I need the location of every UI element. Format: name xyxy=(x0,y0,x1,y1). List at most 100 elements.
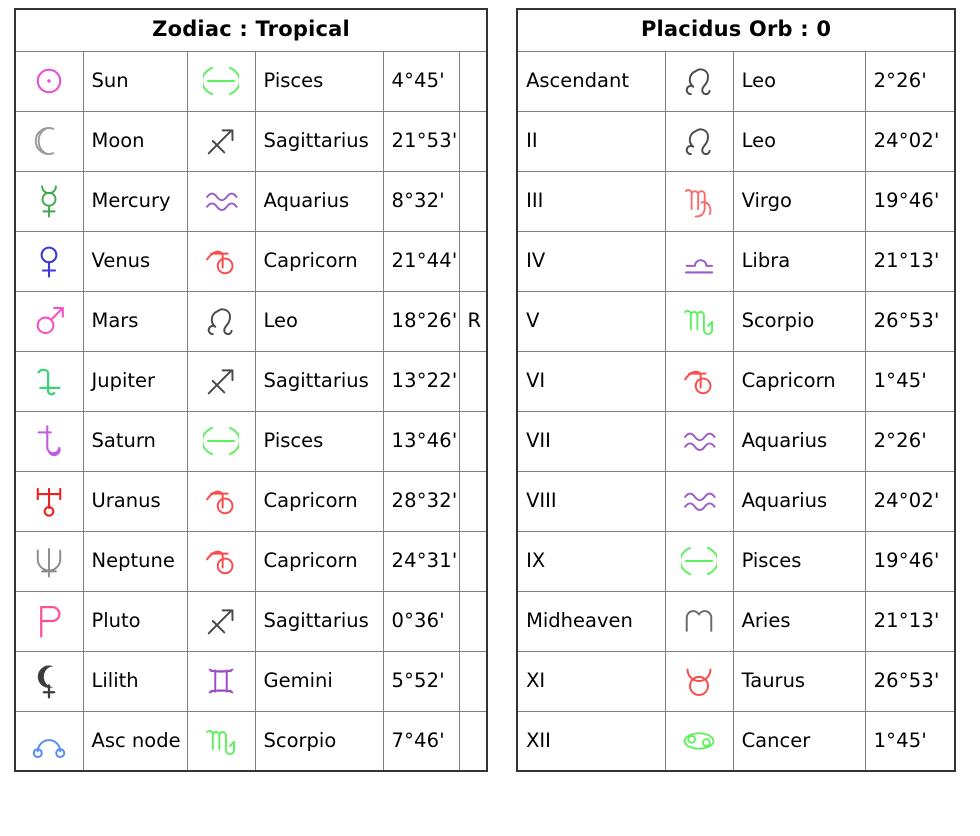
degree-cell: 24°31' xyxy=(383,531,459,591)
sign-glyph-cell xyxy=(665,291,733,351)
neptune-symbol xyxy=(30,542,68,580)
degree-cell: 1°45' xyxy=(865,711,955,771)
astrology-chart-page: Zodiac : Tropical SunPisces4°45'MoonSagi… xyxy=(0,0,980,836)
planet-symbol-cell xyxy=(15,651,83,711)
table-row: VICapricorn1°45' xyxy=(517,351,955,411)
mercury-symbol xyxy=(30,182,68,220)
planet-symbol-cell xyxy=(15,111,83,171)
uranus-symbol xyxy=(30,482,68,520)
venus-symbol xyxy=(30,242,68,280)
libra-glyph xyxy=(681,243,717,279)
sign-glyph-cell xyxy=(665,231,733,291)
sign-glyph-cell xyxy=(665,711,733,771)
degree-cell: 0°36' xyxy=(383,591,459,651)
sign-name-cell: Sagittarius xyxy=(255,591,383,651)
retrograde-cell xyxy=(459,411,487,471)
aries-glyph xyxy=(681,603,717,639)
table-row: XIICancer1°45' xyxy=(517,711,955,771)
degree-cell: 19°46' xyxy=(865,171,955,231)
leo-glyph xyxy=(203,303,239,339)
degree-cell: 13°22' xyxy=(383,351,459,411)
sign-name-cell: Gemini xyxy=(255,651,383,711)
capricorn-glyph xyxy=(203,483,239,519)
sagittarius-glyph xyxy=(203,603,239,639)
house-name-cell: IV xyxy=(517,231,665,291)
planet-name-cell: Asc node xyxy=(83,711,187,771)
scorpio-glyph xyxy=(203,723,239,759)
retrograde-cell xyxy=(459,51,487,111)
placidus-title: Placidus Orb : 0 xyxy=(517,9,955,51)
sign-name-cell: Pisces xyxy=(255,51,383,111)
sign-name-cell: Aquarius xyxy=(733,411,865,471)
planet-name-cell: Jupiter xyxy=(83,351,187,411)
placidus-houses-table: Placidus Orb : 0 AscendantLeo2°26'IILeo2… xyxy=(516,8,956,772)
scorpio-glyph xyxy=(681,303,717,339)
house-name-cell: IX xyxy=(517,531,665,591)
leo-glyph xyxy=(681,63,717,99)
table-row: AscendantLeo2°26' xyxy=(517,51,955,111)
pluto-symbol xyxy=(30,602,68,640)
sign-name-cell: Aquarius xyxy=(255,171,383,231)
table-row: Pluto Sagittarius0°36' xyxy=(15,591,487,651)
saturn-symbol xyxy=(30,422,68,460)
house-name-cell: XII xyxy=(517,711,665,771)
planet-name-cell: Mercury xyxy=(83,171,187,231)
table-row: Asc node Scorpio7°46' xyxy=(15,711,487,771)
house-name-cell: Midheaven xyxy=(517,591,665,651)
retrograde-cell xyxy=(459,171,487,231)
degree-cell: 28°32' xyxy=(383,471,459,531)
sagittarius-glyph xyxy=(203,123,239,159)
planet-symbol-cell xyxy=(15,531,83,591)
ascnode-symbol xyxy=(30,722,68,760)
retrograde-cell xyxy=(459,651,487,711)
sign-glyph-cell xyxy=(187,531,255,591)
retrograde-cell: R xyxy=(459,291,487,351)
table-row: MarsLeo18°26'R xyxy=(15,291,487,351)
planet-name-cell: Uranus xyxy=(83,471,187,531)
sign-name-cell: Capricorn xyxy=(733,351,865,411)
house-name-cell: Ascendant xyxy=(517,51,665,111)
sign-glyph-cell xyxy=(187,111,255,171)
table-row: LilithGemini5°52' xyxy=(15,651,487,711)
house-name-cell: II xyxy=(517,111,665,171)
sign-glyph-cell xyxy=(187,651,255,711)
degree-cell: 7°46' xyxy=(383,711,459,771)
planet-name-cell: Pluto xyxy=(83,591,187,651)
sign-name-cell: Capricorn xyxy=(255,231,383,291)
table-row: VScorpio26°53' xyxy=(517,291,955,351)
capricorn-glyph xyxy=(203,543,239,579)
sign-glyph-cell xyxy=(187,51,255,111)
degree-cell: 21°13' xyxy=(865,231,955,291)
leo-glyph xyxy=(681,123,717,159)
sign-glyph-cell xyxy=(665,51,733,111)
degree-cell: 4°45' xyxy=(383,51,459,111)
retrograde-cell xyxy=(459,591,487,651)
table-row: VenusCapricorn21°44' xyxy=(15,231,487,291)
retrograde-cell xyxy=(459,111,487,171)
zodiac-table-body: SunPisces4°45'MoonSagittarius21°53'Mercu… xyxy=(15,51,487,771)
sign-glyph-cell xyxy=(665,591,733,651)
capricorn-glyph xyxy=(203,243,239,279)
table-row: IIIVirgo19°46' xyxy=(517,171,955,231)
sign-name-cell: Scorpio xyxy=(255,711,383,771)
planet-name-cell: Moon xyxy=(83,111,187,171)
house-name-cell: XI xyxy=(517,651,665,711)
degree-cell: 24°02' xyxy=(865,111,955,171)
house-name-cell: III xyxy=(517,171,665,231)
planet-symbol-cell xyxy=(15,231,83,291)
house-name-cell: VI xyxy=(517,351,665,411)
sign-glyph-cell xyxy=(665,351,733,411)
sun-symbol xyxy=(30,62,68,100)
sign-glyph-cell xyxy=(187,231,255,291)
sign-glyph-cell xyxy=(187,171,255,231)
sign-glyph-cell xyxy=(665,471,733,531)
table-row: XITaurus26°53' xyxy=(517,651,955,711)
zodiac-title: Zodiac : Tropical xyxy=(15,9,487,51)
planet-symbol-cell xyxy=(15,351,83,411)
retrograde-cell xyxy=(459,231,487,291)
degree-cell: 26°53' xyxy=(865,651,955,711)
house-name-cell: VII xyxy=(517,411,665,471)
table-row: MoonSagittarius21°53' xyxy=(15,111,487,171)
aquarius-glyph xyxy=(681,423,717,459)
table-row: UranusCapricorn28°32' xyxy=(15,471,487,531)
